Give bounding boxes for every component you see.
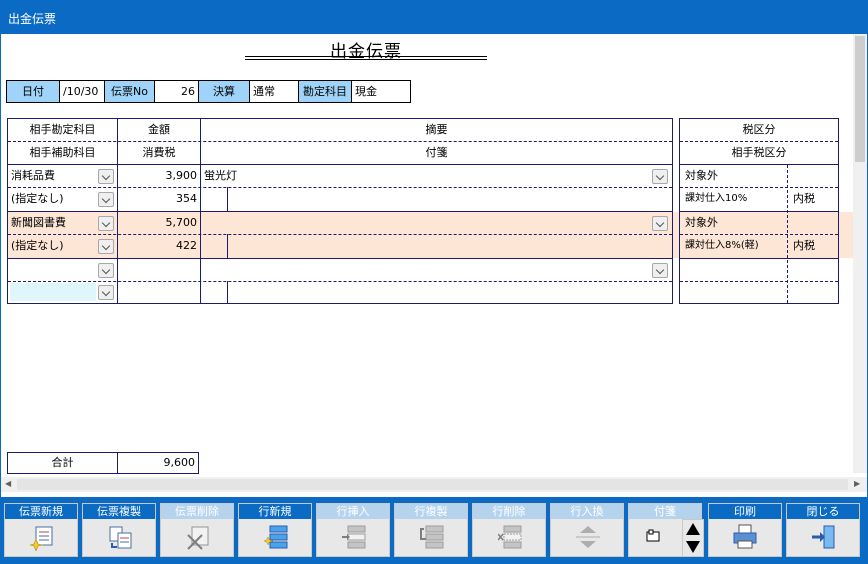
swap-row-label: 行入換 [551, 504, 623, 519]
row1-description[interactable]: 蛍光灯 [201, 165, 641, 187]
window-title: 出金伝票 [8, 12, 57, 26]
window-titlebar: 出金伝票 [0, 0, 868, 34]
settlement-field[interactable]: 通常 [250, 81, 299, 102]
insert-row-icon [342, 525, 366, 549]
delete-slip-label: 伝票削除 [161, 504, 233, 519]
row2-amount[interactable]: 5,700 [118, 212, 200, 234]
total-box: 合計 9,600 [7, 452, 199, 474]
row1-tax-category[interactable]: 対象外 [682, 165, 786, 187]
note-nav [682, 519, 704, 557]
copy-slip-label: 伝票複製 [83, 504, 155, 519]
row3-sub-account-dropdown[interactable] [98, 285, 114, 300]
move-down-icon[interactable] [685, 540, 701, 554]
scroll-left-icon[interactable]: ◀ [5, 479, 11, 488]
row3-sub-account-input[interactable] [10, 283, 96, 301]
delete-row-label: 行削除 [473, 504, 545, 519]
new-slip-button[interactable]: 伝票新規 [4, 503, 78, 557]
col-note: 付箋 [425, 146, 448, 159]
slip-no-field[interactable]: 26 [155, 81, 199, 102]
row1-account[interactable]: 消耗品費 [8, 165, 98, 187]
total-value: 9,600 [163, 456, 196, 469]
date-field[interactable]: /10/30 [60, 81, 105, 102]
vertical-scrollbar[interactable] [853, 34, 867, 473]
row2-tax-type[interactable]: 内税 [790, 235, 836, 257]
row2-sub-account-dropdown[interactable] [98, 239, 114, 254]
row2-tax-category[interactable]: 対象外 [682, 212, 786, 234]
bottom-toolbar: 伝票新規 伝票複製 伝票削除 行新規 行挿入 行複製 行削除 行入換 付箋 印刷… [0, 500, 868, 564]
row2-account-dropdown[interactable] [98, 216, 114, 231]
row1-sub-account-dropdown[interactable] [98, 192, 114, 207]
copy-row-icon [420, 525, 444, 549]
row2-counter-tax-category[interactable]: 課対仕入8%(軽) [682, 235, 786, 257]
delete-row-icon [498, 525, 522, 549]
slip-no-label: 伝票No [105, 81, 155, 102]
slip-header: 日付 /10/30 伝票No 26 決算 通常 勘定科目 現金 [6, 80, 411, 103]
col-tax: 消費税 [142, 146, 176, 159]
row3-description-dropdown[interactable] [652, 263, 668, 278]
date-label: 日付 [7, 81, 60, 102]
col-amount: 金額 [148, 123, 170, 136]
col-counter-account: 相手勘定科目 [29, 123, 96, 136]
copy-row-label: 行複製 [395, 504, 467, 519]
vertical-scroll-thumb[interactable] [855, 36, 865, 162]
close-label: 閉じる [787, 504, 859, 519]
settlement-label: 決算 [199, 81, 250, 102]
print-button[interactable]: 印刷 [708, 503, 782, 557]
title-underline [245, 56, 487, 57]
exit-door-icon [812, 525, 835, 549]
swap-row-button[interactable]: 行入換 [550, 503, 624, 557]
copy-slip-button[interactable]: 伝票複製 [82, 503, 156, 557]
new-document-icon [30, 526, 53, 551]
row2-description-dropdown[interactable] [652, 216, 668, 231]
row1-counter-tax-category[interactable]: 課対仕入10% [682, 188, 786, 210]
insert-row-label: 行挿入 [317, 504, 389, 519]
title-underline-2 [245, 59, 487, 60]
row1-tax[interactable]: 354 [118, 188, 200, 210]
delete-document-icon [187, 526, 209, 550]
delete-row-button[interactable]: 行削除 [472, 503, 546, 557]
horizontal-scrollbar[interactable]: ◀ ▶ [1, 477, 867, 492]
new-slip-label: 伝票新規 [5, 504, 77, 519]
copy-row-button[interactable]: 行複製 [394, 503, 468, 557]
copy-document-icon [109, 526, 132, 549]
row1-amount[interactable]: 3,900 [118, 165, 200, 187]
slip-form: 出金伝票 日付 /10/30 伝票No 26 決算 通常 勘定科目 現金 相手勘… [1, 34, 867, 497]
move-up-icon[interactable] [685, 522, 701, 536]
scroll-right-icon[interactable]: ▶ [854, 479, 860, 488]
printer-icon [733, 524, 757, 549]
row2-sub-account[interactable]: (指定なし) [8, 235, 98, 257]
row2-account[interactable]: 新聞図書費 [8, 212, 98, 234]
new-row-icon [264, 525, 288, 549]
note-label: 付箋 [629, 504, 701, 519]
col-counter-tax-category: 相手税区分 [731, 146, 787, 159]
row2-tax[interactable]: 422 [118, 235, 200, 257]
total-label: 合計 [51, 456, 74, 469]
row1-account-dropdown[interactable] [98, 169, 114, 184]
swap-row-icon [576, 526, 600, 548]
col-counter-sub-account: 相手補助科目 [29, 146, 96, 159]
account-label: 勘定科目 [299, 81, 352, 102]
insert-row-button[interactable]: 行挿入 [316, 503, 390, 557]
print-label: 印刷 [709, 504, 781, 519]
journal-grid: 相手勘定科目 相手補助科目 金額 消費税 摘要 付箋 消耗品費 (指定なし) 3… [7, 118, 673, 304]
tax-grid: 税区分 相手税区分 対象外 課対仕入10% 内税 対象外 課対仕入8%(軽) 内… [679, 118, 839, 304]
row1-tax-type[interactable]: 内税 [790, 188, 836, 210]
row3-account-dropdown[interactable] [98, 263, 114, 278]
col-tax-category: 税区分 [742, 123, 776, 136]
new-row-label: 行新規 [239, 504, 311, 519]
col-description: 摘要 [425, 123, 448, 136]
account-field[interactable]: 現金 [352, 81, 410, 102]
new-row-button[interactable]: 行新規 [238, 503, 312, 557]
sticky-note-icon [646, 529, 660, 542]
horizontal-scroll-thumb[interactable] [17, 479, 848, 490]
row1-sub-account[interactable]: (指定なし) [8, 188, 98, 210]
row1-description-dropdown[interactable] [652, 169, 668, 184]
close-button[interactable]: 閉じる [786, 503, 860, 557]
delete-slip-button[interactable]: 伝票削除 [160, 503, 234, 557]
